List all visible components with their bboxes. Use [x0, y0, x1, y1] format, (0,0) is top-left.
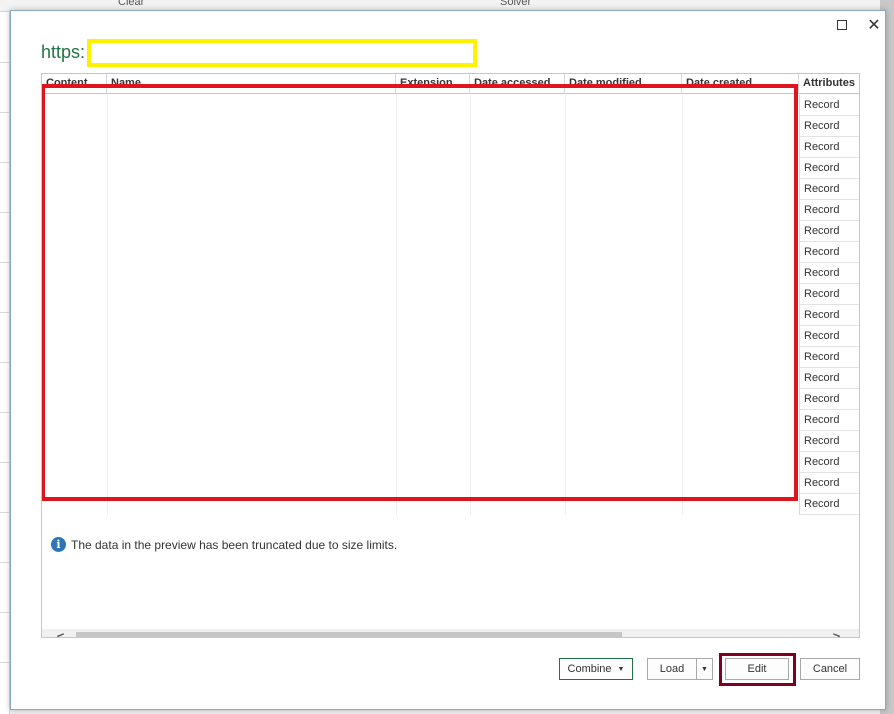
maximize-icon	[837, 20, 847, 30]
cancel-button[interactable]: Cancel	[800, 658, 860, 680]
column-header-content[interactable]: Content	[42, 74, 107, 94]
load-button[interactable]: Load	[647, 658, 697, 680]
attributes-cell[interactable]: Record	[799, 200, 859, 221]
column-divider	[470, 95, 471, 515]
grid-line	[0, 212, 10, 213]
column-header-date-modified[interactable]: Date modified	[565, 74, 682, 94]
scroll-right-icon[interactable]: >	[828, 629, 845, 637]
edit-button-label: Edit	[747, 663, 767, 675]
close-button[interactable]: ✕	[861, 15, 887, 35]
attributes-cell[interactable]: Record	[799, 137, 859, 158]
grid-line	[0, 662, 10, 663]
attributes-cell[interactable]: Record	[799, 158, 859, 179]
attributes-cell[interactable]: Record	[799, 368, 859, 389]
attributes-cell[interactable]: Record	[799, 347, 859, 368]
url-redaction-box	[87, 39, 477, 67]
chevron-down-icon: ▼	[701, 665, 708, 673]
load-button-label: Load	[659, 663, 685, 675]
grid-line	[0, 62, 10, 63]
grid-line	[0, 112, 10, 113]
column-divider	[396, 95, 397, 515]
attributes-cell[interactable]: Record	[799, 179, 859, 200]
grid-line	[0, 462, 10, 463]
attributes-cell[interactable]: Record	[799, 263, 859, 284]
grid-line	[0, 162, 10, 163]
attributes-cell[interactable]: Record	[799, 431, 859, 452]
grid-line	[0, 562, 10, 563]
table-header-row: Content Name Extension Date accessed Dat…	[42, 74, 859, 94]
info-icon: i	[51, 537, 66, 552]
ribbon-solver-label: Solver	[500, 0, 532, 8]
grid-line	[0, 412, 10, 413]
horizontal-scrollbar[interactable]: < >	[42, 629, 859, 637]
column-header-extension[interactable]: Extension	[396, 74, 470, 94]
attributes-cell[interactable]: Record	[799, 473, 859, 494]
attributes-cell[interactable]: Record	[799, 221, 859, 242]
ribbon-clear-label: Clear	[118, 0, 145, 8]
attributes-cell[interactable]: Record	[799, 389, 859, 410]
attributes-cell[interactable]: Record	[799, 284, 859, 305]
grid-line	[0, 612, 10, 613]
grid-line	[0, 362, 10, 363]
attributes-cell[interactable]: Record	[799, 494, 859, 515]
column-divider	[682, 95, 683, 515]
cancel-button-label: Cancel	[812, 663, 848, 675]
chevron-down-icon: ▼	[617, 665, 625, 673]
attributes-cell[interactable]: Record	[799, 116, 859, 137]
combine-button[interactable]: Combine ▼	[559, 658, 633, 680]
column-divider	[565, 95, 566, 515]
close-icon: ✕	[867, 17, 881, 34]
preview-table: Content Name Extension Date accessed Dat…	[41, 73, 860, 638]
scroll-left-icon[interactable]: <	[52, 629, 69, 637]
grid-line	[0, 512, 10, 513]
attributes-cell[interactable]: Record	[799, 410, 859, 431]
combine-button-label: Combine	[567, 663, 612, 675]
from-web-preview-dialog: ✕ https: Content Name Extension Date acc…	[10, 10, 886, 710]
excel-grid-background	[0, 12, 10, 714]
truncation-notice: i The data in the preview has been trunc…	[51, 537, 397, 552]
attributes-cell[interactable]: Record	[799, 452, 859, 473]
attributes-cell[interactable]: Record	[799, 95, 859, 116]
maximize-button[interactable]	[829, 15, 855, 35]
attributes-cell[interactable]: Record	[799, 326, 859, 347]
source-url-title: https:	[41, 42, 86, 62]
column-header-name[interactable]: Name	[107, 74, 396, 94]
column-header-date-accessed[interactable]: Date accessed	[470, 74, 565, 94]
load-dropdown-button[interactable]: ▼	[696, 658, 713, 680]
column-header-date-created[interactable]: Date created	[682, 74, 799, 94]
scrollbar-thumb[interactable]	[76, 632, 622, 637]
grid-line	[0, 262, 10, 263]
attributes-cell[interactable]: Record	[799, 305, 859, 326]
grid-line	[0, 312, 10, 313]
truncation-notice-text: The data in the preview has been truncat…	[71, 537, 398, 552]
table-body: Record Record Record Record Record Recor…	[42, 95, 859, 515]
column-header-attributes[interactable]: Attributes	[799, 74, 859, 94]
column-divider	[107, 95, 108, 515]
attributes-cell[interactable]: Record	[799, 242, 859, 263]
edit-button[interactable]: Edit	[725, 658, 789, 680]
